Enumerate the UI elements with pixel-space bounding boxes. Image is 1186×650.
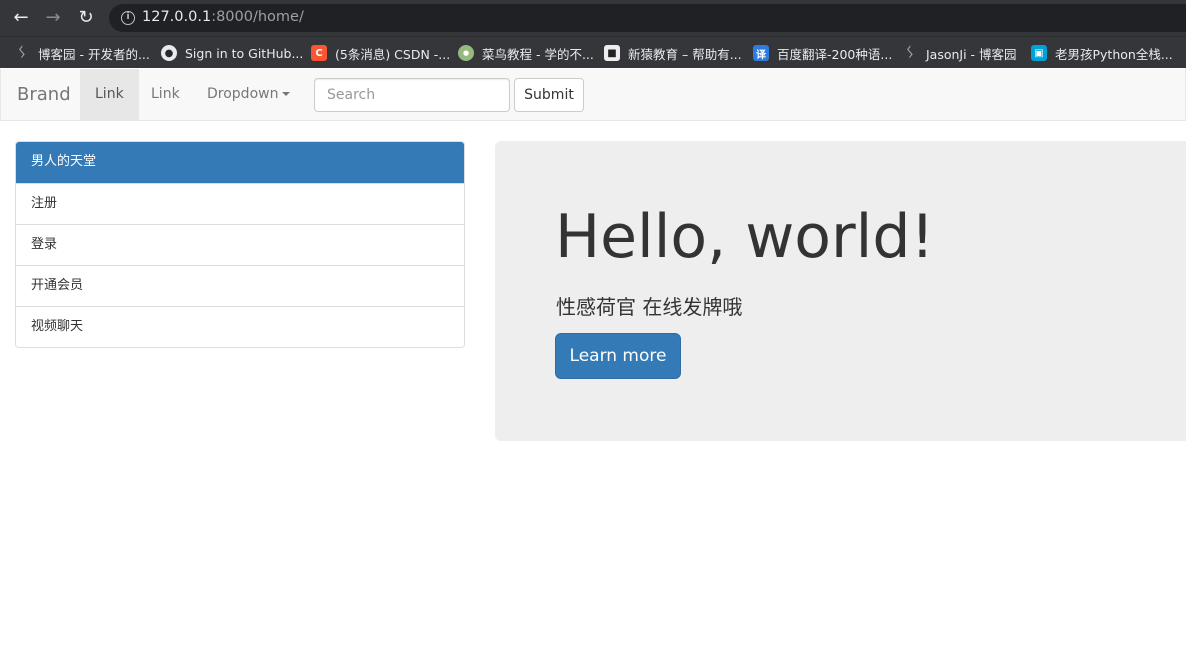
forward-icon[interactable]: → <box>41 6 65 30</box>
list-item[interactable]: 视频聊天 <box>16 306 464 347</box>
bookmark-item[interactable]: 译 百度翻译-200种语... <box>753 42 892 64</box>
baidu-translate-icon: 译 <box>753 45 769 61</box>
jumbotron: Hello, world! 性感荷官 在线发牌哦 Learn more <box>495 141 1186 441</box>
brand-link[interactable]: Brand <box>17 84 71 105</box>
jumbotron-title: Hello, world! <box>555 202 935 272</box>
bookmark-item[interactable]: C (5条消息) CSDN -... <box>311 42 450 64</box>
cnblogs-icon: ᛊ <box>905 45 915 61</box>
dropdown-label: Dropdown <box>207 86 279 102</box>
reload-icon[interactable]: ↻ <box>74 6 98 30</box>
bookmark-item[interactable]: ▣ 老男孩Python全栈... <box>1031 42 1173 64</box>
address-bar[interactable]: i 127.0.0.1:8000/home/ <box>109 4 1186 32</box>
bilibili-icon: ▣ <box>1031 45 1047 61</box>
bookmark-item[interactable]: ᛊ 博客园 - 开发者的... <box>14 42 150 64</box>
sidebar-list: 男人的天堂 注册 登录 开通会员 视频聊天 <box>15 141 465 348</box>
runoob-icon: ● <box>458 45 474 61</box>
bookmark-item[interactable]: ● 菜鸟教程 - 学的不... <box>458 42 594 64</box>
bookmark-item[interactable]: ■ 新猿教育 – 帮助有... <box>604 42 742 64</box>
github-icon: ● <box>161 45 177 61</box>
navbar: Brand Link Link Dropdown Submit <box>0 69 1186 121</box>
cnblogs-icon: ᛊ <box>17 45 27 61</box>
learn-more-button[interactable]: Learn more <box>555 333 681 379</box>
bookmark-item[interactable]: ᛊ JasonJi - 博客园 <box>902 42 1017 64</box>
list-item[interactable]: 开通会员 <box>16 265 464 306</box>
nav-link-2[interactable]: Link <box>136 69 195 120</box>
caret-down-icon <box>282 92 291 96</box>
list-item[interactable]: 登录 <box>16 224 464 265</box>
nav-link-1[interactable]: Link <box>80 69 139 120</box>
xinyuan-icon: ■ <box>604 45 620 61</box>
csdn-icon: C <box>311 45 327 61</box>
search-input[interactable] <box>314 78 510 112</box>
nav-dropdown[interactable]: Dropdown <box>192 69 305 120</box>
list-item[interactable]: 男人的天堂 <box>16 142 464 183</box>
jumbotron-subtitle: 性感荷官 在线发牌哦 <box>556 295 743 319</box>
list-item[interactable]: 注册 <box>16 183 464 224</box>
browser-toolbar: ← → ↻ i 127.0.0.1:8000/home/ <box>0 0 1186 36</box>
bookmark-item[interactable]: ● Sign in to GitHub... <box>161 42 303 64</box>
back-icon[interactable]: ← <box>9 6 33 30</box>
bookmarks-bar: ᛊ 博客园 - 开发者的... ● Sign in to GitHub... C… <box>0 36 1186 68</box>
info-icon[interactable]: i <box>121 11 135 25</box>
submit-button[interactable]: Submit <box>514 78 584 112</box>
url-text: 127.0.0.1:8000/home/ <box>142 9 304 25</box>
